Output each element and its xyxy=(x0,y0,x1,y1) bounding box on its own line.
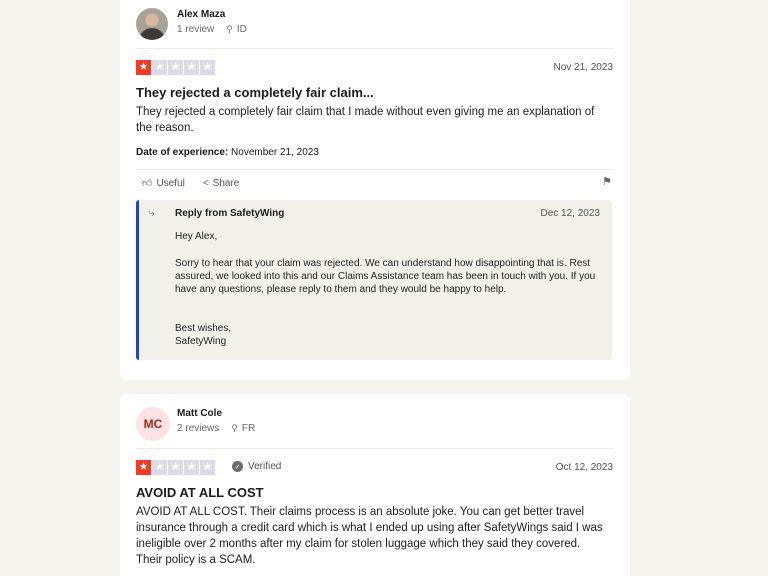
thumbs-up-icon: 👍︎ xyxy=(142,178,153,189)
review-count: 1 review xyxy=(177,24,215,35)
review-body: AVOID AT ALL COST. Their claims process … xyxy=(136,506,603,566)
review-body: They rejected a completely fair claim th… xyxy=(136,106,595,134)
review-date: Oct 12, 2023 xyxy=(555,462,613,473)
reply-greeting: Hey Alex, xyxy=(175,231,218,242)
star-icon: ★ xyxy=(200,460,215,475)
divider xyxy=(136,448,614,449)
star-icon: ★ xyxy=(168,60,183,75)
useful-button[interactable]: 👍︎ Useful xyxy=(142,177,185,190)
share-icon: < xyxy=(202,177,209,189)
star-icon: ★ xyxy=(184,460,199,475)
reviewer-header: Alex Maza 1 review ⚲ ID xyxy=(136,8,247,40)
star-icon: ★ xyxy=(184,60,199,75)
reply-signature: SafetyWing xyxy=(175,336,227,347)
avatar[interactable] xyxy=(136,8,168,40)
reply-signoff: Best wishes, xyxy=(175,323,232,334)
reviewer-country: FR xyxy=(241,423,256,434)
star-rating: ★ ★ ★ ★ ★ xyxy=(136,460,216,475)
share-button[interactable]: < Share xyxy=(203,178,240,189)
star-icon: ★ xyxy=(152,60,167,75)
star-icon: ★ xyxy=(200,60,215,75)
location-pin-icon: ⚲ xyxy=(231,423,238,433)
reviewer-name[interactable]: Matt Cole xyxy=(177,407,255,420)
verified-check-icon: ✓ xyxy=(232,461,243,472)
review-date: Nov 21, 2023 xyxy=(553,62,614,73)
reviewer-header: MC Matt Cole 2 reviews ⚲ FR xyxy=(136,407,255,441)
reply-arrow-icon: ⤷ xyxy=(149,208,155,219)
star-icon: ★ xyxy=(152,460,167,475)
verified-badge[interactable]: ✓ Verified xyxy=(232,461,281,472)
reply-date: Dec 12, 2023 xyxy=(540,208,601,219)
divider xyxy=(136,48,614,49)
date-of-experience: Date of experience: November 21, 2023 xyxy=(136,147,319,158)
review-card: Alex Maza 1 review ⚲ ID ★ ★ ★ ★ ★ Nov 21… xyxy=(120,0,630,380)
star-icon: ★ xyxy=(136,60,151,75)
review-title[interactable]: They rejected a completely fair claim... xyxy=(136,85,374,100)
experience-date: November 21, 2023 xyxy=(231,147,319,158)
reviewer-name[interactable]: Alex Maza xyxy=(177,8,247,21)
reviewer-country: ID xyxy=(236,24,247,35)
useful-label: Useful xyxy=(156,177,185,189)
star-rating: ★ ★ ★ ★ ★ xyxy=(136,60,216,75)
company-reply: ⤷ Reply from SafetyWing Dec 12, 2023 Hey… xyxy=(136,200,612,360)
divider xyxy=(136,169,614,170)
verified-label: Verified xyxy=(248,461,282,472)
review-title[interactable]: AVOID AT ALL COST xyxy=(136,485,264,500)
location-pin-icon: ⚲ xyxy=(226,24,233,34)
avatar[interactable]: MC xyxy=(136,407,170,441)
star-icon: ★ xyxy=(136,460,151,475)
flag-icon[interactable]: ⚑ xyxy=(602,175,612,188)
review-actions: 👍︎ Useful < Share ⚑ xyxy=(142,175,612,191)
review-count: 2 reviews xyxy=(177,423,220,434)
experience-label: Date of experience: xyxy=(136,147,229,158)
share-label: Share xyxy=(212,177,240,189)
reply-from: Reply from SafetyWing xyxy=(175,208,285,219)
review-card: MC Matt Cole 2 reviews ⚲ FR ★ ★ ★ ★ ★ ✓ … xyxy=(120,394,630,576)
reply-message: Sorry to hear that your claim was reject… xyxy=(175,258,596,295)
star-icon: ★ xyxy=(168,460,183,475)
